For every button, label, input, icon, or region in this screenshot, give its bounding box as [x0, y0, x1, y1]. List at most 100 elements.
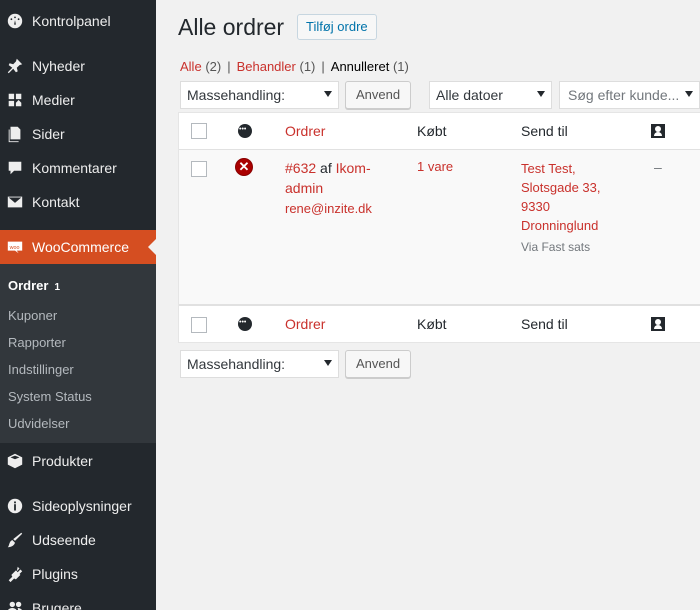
view-processing-link[interactable]: Behandler	[237, 59, 296, 74]
box-icon	[5, 451, 25, 471]
pages-icon	[5, 124, 25, 144]
order-summary: #632 af Ikom-admin rene@inzite.dk	[285, 158, 395, 219]
customer-email-link[interactable]: rene@inzite.dk	[285, 201, 372, 216]
customer-column-icon	[651, 317, 665, 331]
submenu-item-indstillinger[interactable]: Indstillinger	[8, 362, 74, 377]
chevron-down-icon	[324, 91, 332, 97]
chevron-down-icon	[324, 360, 332, 366]
admin-sidebar: Kontrolpanel Nyheder Medier Sider Kommen…	[0, 0, 156, 610]
bulk-action-select-top[interactable]: Massehandling:	[180, 81, 339, 109]
plugin-icon	[5, 564, 25, 584]
menu-label: Produkter	[32, 453, 93, 469]
ship-line: Dronninglund	[521, 218, 599, 233]
submenu-label: Ordrer	[8, 278, 49, 293]
view-cancelled-current[interactable]: Annulleret	[331, 59, 390, 74]
brush-icon	[5, 530, 25, 550]
shipping-address-link[interactable]: Test Test, Slotsgade 33, 9330 Dronninglund	[521, 161, 601, 233]
orders-table: Ordrer Købt Send til ✕ #632 af Ikom-admi…	[178, 112, 700, 343]
column-purchased: Købt	[417, 123, 447, 139]
column-orders[interactable]: Ordrer	[285, 316, 325, 332]
submenu-item-kuponer[interactable]: Kuponer	[8, 308, 57, 323]
menu-item-kontakt[interactable]: Kontakt	[0, 185, 156, 219]
chevron-down-icon	[537, 91, 545, 97]
column-ship-to: Send til	[521, 316, 568, 332]
ship-line: Test Test,	[521, 161, 576, 176]
row-checkbox[interactable]	[191, 161, 207, 177]
bulk-action-select-bottom[interactable]: Massehandling:	[180, 350, 339, 378]
menu-label: Medier	[32, 92, 75, 108]
table-row: ✕ #632 af Ikom-admin rene@inzite.dk 1 va…	[179, 150, 700, 305]
menu-item-produkter[interactable]: Produkter	[0, 444, 156, 478]
bulk-action-value: Massehandling:	[187, 87, 286, 103]
menu-item-woocommerce[interactable]: woo WooCommerce	[0, 230, 156, 264]
column-orders[interactable]: Ordrer	[285, 123, 325, 139]
status-column-icon[interactable]	[238, 122, 252, 138]
menu-label: Kontrolpanel	[32, 13, 111, 29]
order-by-text: af	[320, 160, 332, 176]
dashboard-icon	[5, 11, 25, 31]
separator: |	[321, 59, 325, 74]
menu-label: Brugere	[32, 600, 82, 610]
submenu-item-rapporter[interactable]: Rapporter	[8, 335, 66, 350]
order-number-link[interactable]: #632	[285, 160, 316, 176]
separator: |	[227, 59, 231, 74]
menu-label: Nyheder	[32, 58, 85, 74]
users-icon	[5, 598, 25, 610]
menu-label: Kontakt	[32, 194, 80, 210]
view-all-link[interactable]: Alle	[180, 59, 202, 74]
apply-button-bottom[interactable]: Anvend	[345, 350, 412, 378]
page-title: Alle ordrer	[178, 14, 285, 40]
customer-search-input[interactable]: Søg efter kunde...	[559, 81, 700, 109]
add-order-button[interactable]: Tilføj ordre	[297, 14, 377, 40]
menu-item-sider[interactable]: Sider	[0, 117, 156, 151]
purchased-items-link[interactable]: 1 vare	[417, 159, 453, 174]
mail-icon	[5, 192, 25, 212]
view-all-count: (2)	[205, 59, 222, 74]
customer-notes-empty: –	[654, 159, 662, 175]
menu-label: WooCommerce	[32, 239, 129, 255]
svg-text:woo: woo	[9, 245, 20, 251]
menu-label: Plugins	[32, 566, 78, 582]
cancelled-status-icon: ✕	[235, 158, 253, 176]
menu-item-nyheder[interactable]: Nyheder	[0, 49, 156, 83]
main-content: Alle ordrer Tilføj ordre Alle (2) | Behand…	[156, 0, 700, 610]
submenu-item-udvidelser[interactable]: Udvidelser	[8, 416, 69, 431]
search-placeholder: Søg efter kunde...	[568, 87, 680, 103]
date-filter-select[interactable]: Alle datoer	[429, 81, 552, 109]
customer-column-icon	[651, 124, 665, 138]
table-header-row: Ordrer Købt Send til	[179, 113, 700, 150]
submenu-item-ordrer[interactable]: Ordrer 1	[8, 278, 60, 293]
comment-icon	[5, 158, 25, 178]
select-all-checkbox-bottom[interactable]	[191, 317, 207, 333]
menu-item-brugere[interactable]: Brugere	[0, 591, 156, 610]
status-column-icon[interactable]	[238, 315, 252, 331]
submenu-item-system-status[interactable]: System Status	[8, 389, 92, 404]
menu-label: Sider	[32, 126, 65, 142]
shipping-method: Via Fast sats	[521, 240, 591, 254]
menu-label: Udseende	[32, 532, 96, 548]
woocommerce-submenu: Ordrer 1 Kuponer Rapporter Indstillinger …	[0, 264, 156, 443]
column-purchased: Købt	[417, 316, 447, 332]
menu-item-sideoplysninger[interactable]: Sideoplysninger	[0, 489, 156, 523]
woocommerce-icon: woo	[5, 237, 25, 257]
column-ship-to: Send til	[521, 123, 568, 139]
menu-item-udseende[interactable]: Udseende	[0, 523, 156, 557]
pin-icon	[5, 56, 25, 76]
ship-line: 9330	[521, 199, 550, 214]
menu-label: Sideoplysninger	[32, 498, 132, 514]
menu-item-kontrolpanel[interactable]: Kontrolpanel	[0, 4, 156, 38]
menu-item-plugins[interactable]: Plugins	[0, 557, 156, 591]
menu-label: Kommentarer	[32, 160, 117, 176]
info-icon	[5, 496, 25, 516]
date-filter-value: Alle datoer	[436, 87, 503, 103]
menu-item-kommentarer[interactable]: Kommentarer	[0, 151, 156, 185]
order-count-badge: 1	[54, 282, 61, 293]
ship-line: Slotsgade 33,	[521, 180, 601, 195]
menu-item-medier[interactable]: Medier	[0, 83, 156, 117]
media-icon	[5, 90, 25, 110]
view-processing-count: (1)	[299, 59, 316, 74]
table-footer-row: Ordrer Købt Send til	[179, 305, 700, 342]
status-filter-links: Alle (2) | Behandler (1) | Annulleret (1)	[180, 59, 409, 74]
select-all-checkbox[interactable]	[191, 123, 207, 139]
apply-button-top[interactable]: Anvend	[345, 81, 412, 109]
